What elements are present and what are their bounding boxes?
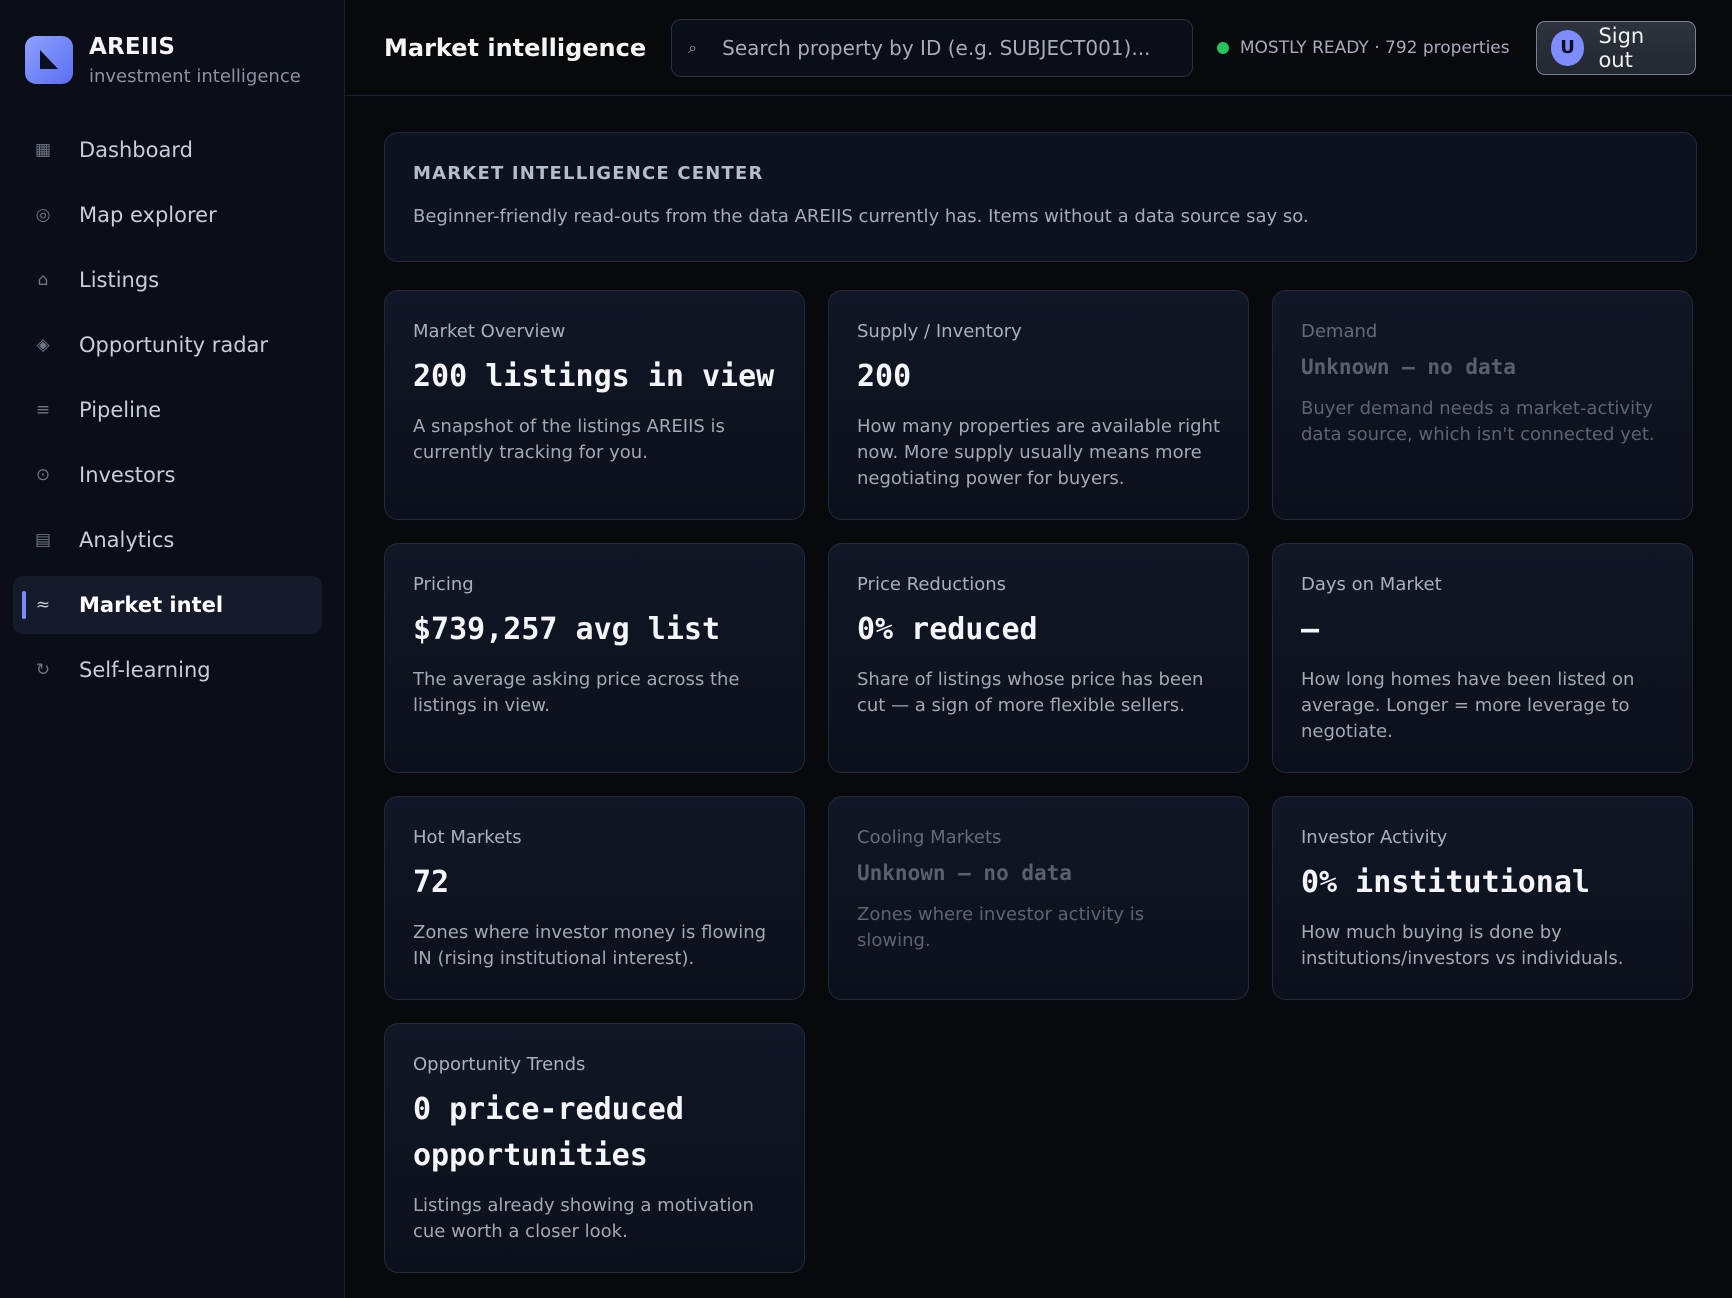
analytics-icon: ▤: [34, 530, 52, 550]
sidebar-item-opportunity-radar[interactable]: ◈ Opportunity radar: [13, 316, 322, 374]
page-title: Market intelligence: [384, 33, 647, 62]
sidebar: AREIIS investment intelligence ▦ Dashboa…: [0, 0, 345, 1298]
sidebar-item-label: Investors: [79, 463, 176, 487]
section-title: MARKET INTELLIGENCE CENTER: [413, 163, 764, 184]
card-value: 72: [413, 865, 450, 900]
card-label: Supply / Inventory: [857, 321, 1022, 342]
sidebar-item-pipeline[interactable]: ≡ Pipeline: [13, 381, 322, 439]
card-investor-activity: Investor Activity 0% institutional How m…: [1272, 796, 1693, 1000]
card-description: How many properties are available right …: [857, 416, 1221, 489]
card-description: Listings already showing a motivation cu…: [413, 1195, 754, 1242]
dashboard-icon: ▦: [34, 140, 52, 160]
avatar: U: [1550, 29, 1585, 66]
card-cooling-markets: Cooling Markets Unknown — no data Zones …: [828, 796, 1249, 1000]
pipeline-icon: ≡: [35, 400, 51, 420]
search-icon: ⌕: [688, 37, 698, 57]
status-dot-icon: [1216, 41, 1229, 54]
sidebar-item-label: Listings: [79, 268, 160, 292]
sidebar-item-label: Analytics: [79, 528, 175, 552]
card-value: 200 listings in view: [413, 359, 775, 394]
sidebar-item-label: Pipeline: [79, 398, 162, 422]
card-pricing: Pricing $739,257 avg list The average as…: [384, 543, 805, 773]
card-value: 0% institutional: [1301, 865, 1590, 900]
card-value: Unknown — no data: [857, 861, 1072, 885]
card-hot-markets: Hot Markets 72 Zones where investor mone…: [384, 796, 805, 1000]
investors-icon: ⊙: [35, 465, 51, 485]
intro-panel: MARKET INTELLIGENCE CENTER Beginner-frie…: [384, 132, 1697, 262]
card-value: Unknown — no data: [1301, 355, 1516, 379]
sidebar-item-label: Opportunity radar: [79, 333, 269, 357]
card-label: Demand: [1301, 321, 1378, 342]
search-box[interactable]: ⌕: [671, 18, 1193, 77]
card-label: Price Reductions: [857, 574, 1006, 595]
card-description: Zones where investor activity is slowing…: [857, 904, 1145, 951]
sidebar-item-label: Dashboard: [79, 138, 193, 162]
card-value: 200: [857, 359, 912, 394]
main-area: Market intelligence ⌕ MOSTLY READY · 792…: [345, 0, 1732, 1298]
sidebar-item-dashboard[interactable]: ▦ Dashboard: [13, 121, 322, 179]
sign-out-button[interactable]: U Sign out: [1535, 20, 1696, 75]
card-demand: Demand Unknown — no data Buyer demand ne…: [1272, 290, 1693, 520]
refresh-icon: ↻: [35, 660, 51, 680]
status-indicator: MOSTLY READY · 792 properties: [1216, 37, 1510, 58]
card-label: Pricing: [413, 574, 474, 595]
card-value: 0 price-reduced opportunities: [413, 1092, 684, 1173]
market-intel-icon: ≈: [35, 595, 51, 615]
card-opportunity-trends: Opportunity Trends 0 price-reduced oppor…: [384, 1023, 805, 1273]
brand-name: AREIIS: [89, 34, 176, 60]
sidebar-item-self-learning[interactable]: ↻ Self-learning: [13, 641, 322, 699]
top-bar: Market intelligence ⌕ MOSTLY READY · 792…: [345, 0, 1732, 96]
card-label: Cooling Markets: [857, 827, 1002, 848]
card-description: Zones where investor money is flowing IN…: [413, 922, 767, 969]
status-text: MOSTLY READY · 792 properties: [1239, 37, 1510, 58]
sidebar-item-analytics[interactable]: ▤ Analytics: [13, 511, 322, 569]
sidebar-item-investors[interactable]: ⊙ Investors: [13, 446, 322, 504]
sidebar-item-label: Map explorer: [79, 203, 217, 227]
card-label: Market Overview: [413, 321, 566, 342]
metric-grid: Market Overview 200 listings in view A s…: [384, 290, 1697, 1273]
card-description: A snapshot of the listings AREIIS is cur…: [413, 416, 725, 463]
app-root: AREIIS investment intelligence ▦ Dashboa…: [0, 0, 1732, 1298]
sidebar-item-market-intel[interactable]: ≈ Market intel: [13, 576, 322, 634]
sign-out-label: Sign out: [1598, 23, 1645, 72]
card-description: Buyer demand needs a market-activity dat…: [1301, 398, 1655, 445]
sidebar-item-map-explorer[interactable]: ◎ Map explorer: [13, 186, 322, 244]
sidebar-nav: ▦ Dashboard ◎ Map explorer ⌂ Listings ◈ …: [13, 121, 322, 699]
brand: AREIIS investment intelligence: [13, 34, 322, 87]
card-label: Hot Markets: [413, 827, 522, 848]
home-icon: ⌂: [37, 270, 49, 290]
section-description: Beginner-friendly read-outs from the dat…: [413, 206, 1309, 227]
sidebar-item-listings[interactable]: ⌂ Listings: [13, 251, 322, 309]
card-label: Opportunity Trends: [413, 1054, 586, 1075]
sidebar-item-label: Market intel: [79, 593, 224, 617]
content: MARKET INTELLIGENCE CENTER Beginner-frie…: [345, 96, 1732, 1273]
card-market-overview: Market Overview 200 listings in view A s…: [384, 290, 805, 520]
card-price-reductions: Price Reductions 0% reduced Share of lis…: [828, 543, 1249, 773]
card-description: The average asking price across the list…: [413, 669, 740, 716]
brand-subtitle: investment intelligence: [89, 66, 301, 87]
search-input[interactable]: [722, 35, 1192, 60]
card-value: $739,257 avg list: [413, 612, 721, 647]
card-value: —: [1301, 612, 1320, 647]
card-label: Days on Market: [1301, 574, 1442, 595]
card-supply-inventory: Supply / Inventory 200 How many properti…: [828, 290, 1249, 520]
sidebar-item-label: Self-learning: [79, 658, 211, 682]
card-value: 0% reduced: [857, 612, 1038, 647]
areiis-logo-icon: [25, 36, 73, 84]
card-description: How long homes have been listed on avera…: [1301, 669, 1635, 742]
card-description: Share of listings whose price has been c…: [857, 669, 1204, 716]
card-description: How much buying is done by institutions/…: [1301, 922, 1624, 969]
radar-icon: ◈: [36, 335, 50, 355]
card-days-on-market: Days on Market — How long homes have bee…: [1272, 543, 1693, 773]
card-label: Investor Activity: [1301, 827, 1448, 848]
map-icon: ◎: [35, 205, 51, 225]
